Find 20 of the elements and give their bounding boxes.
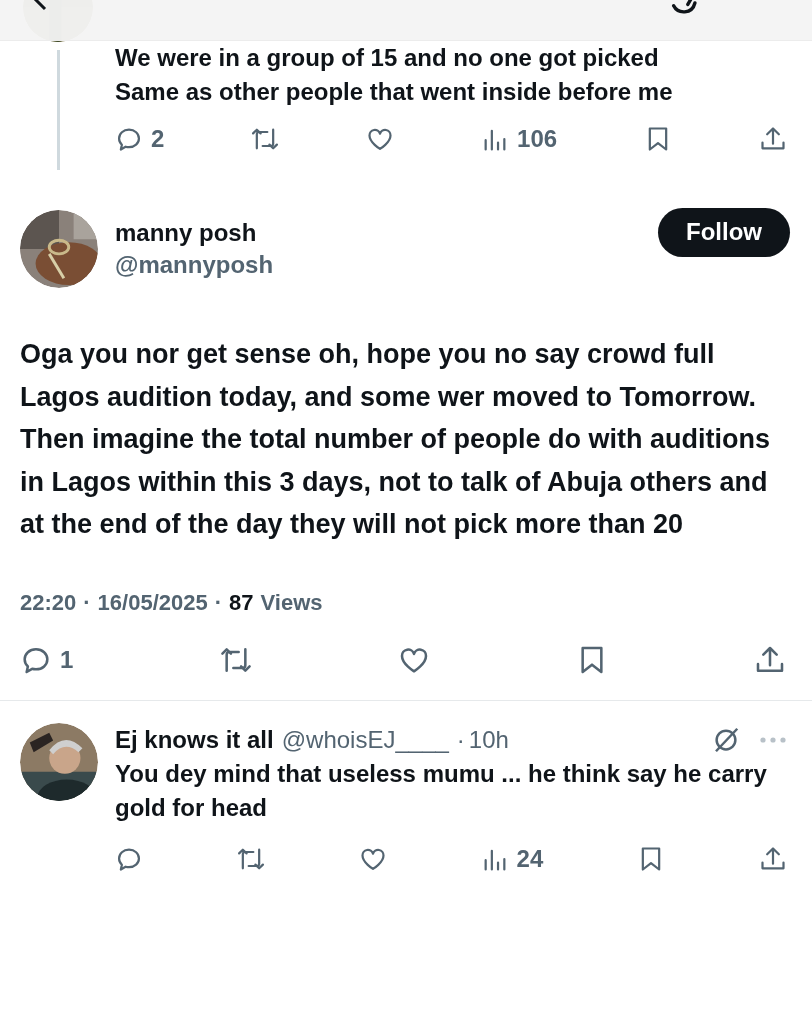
- reply-text: We were in a group of 15 and no one got picked Same as other people that went inside before me: [115, 43, 674, 107]
- views-count: 106: [517, 125, 558, 153]
- separator-dot: ·: [456, 724, 465, 755]
- separator-dot: ·: [83, 589, 91, 616]
- reply-text: You dey mind that useless mumu ... he think say he carry gold for head: [115, 758, 768, 823]
- user-handle: @whoisEJ____: [281, 724, 449, 755]
- post-text: Oga you nor get sense oh, hope you no say crowd full Lagos audition today, and some wer moved to Tomorrow. Then imagine the total number of people do with auditions in Lagos within this 3 days, not to talk of Abuja others and at the end of the day they will not pick more than 20: [20, 338, 771, 541]
- post-meta: Views: [260, 589, 323, 616]
- separator-dot: ·: [214, 589, 223, 616]
- post-meta: 22:20: [20, 589, 77, 616]
- reply-time: 10h: [468, 724, 509, 755]
- follow-button[interactable]: Follow: [658, 207, 790, 257]
- user-name: manny posh: [115, 219, 258, 247]
- reply-count: 1: [60, 645, 74, 674]
- post-meta: 87: [229, 589, 254, 616]
- user-handle: @mannyposh: [115, 251, 275, 279]
- post-meta: 16/05/2025: [97, 589, 208, 616]
- user-name: Ej knows it all: [115, 724, 274, 755]
- reply-count: 2: [151, 125, 165, 153]
- views-count: 24: [516, 844, 544, 873]
